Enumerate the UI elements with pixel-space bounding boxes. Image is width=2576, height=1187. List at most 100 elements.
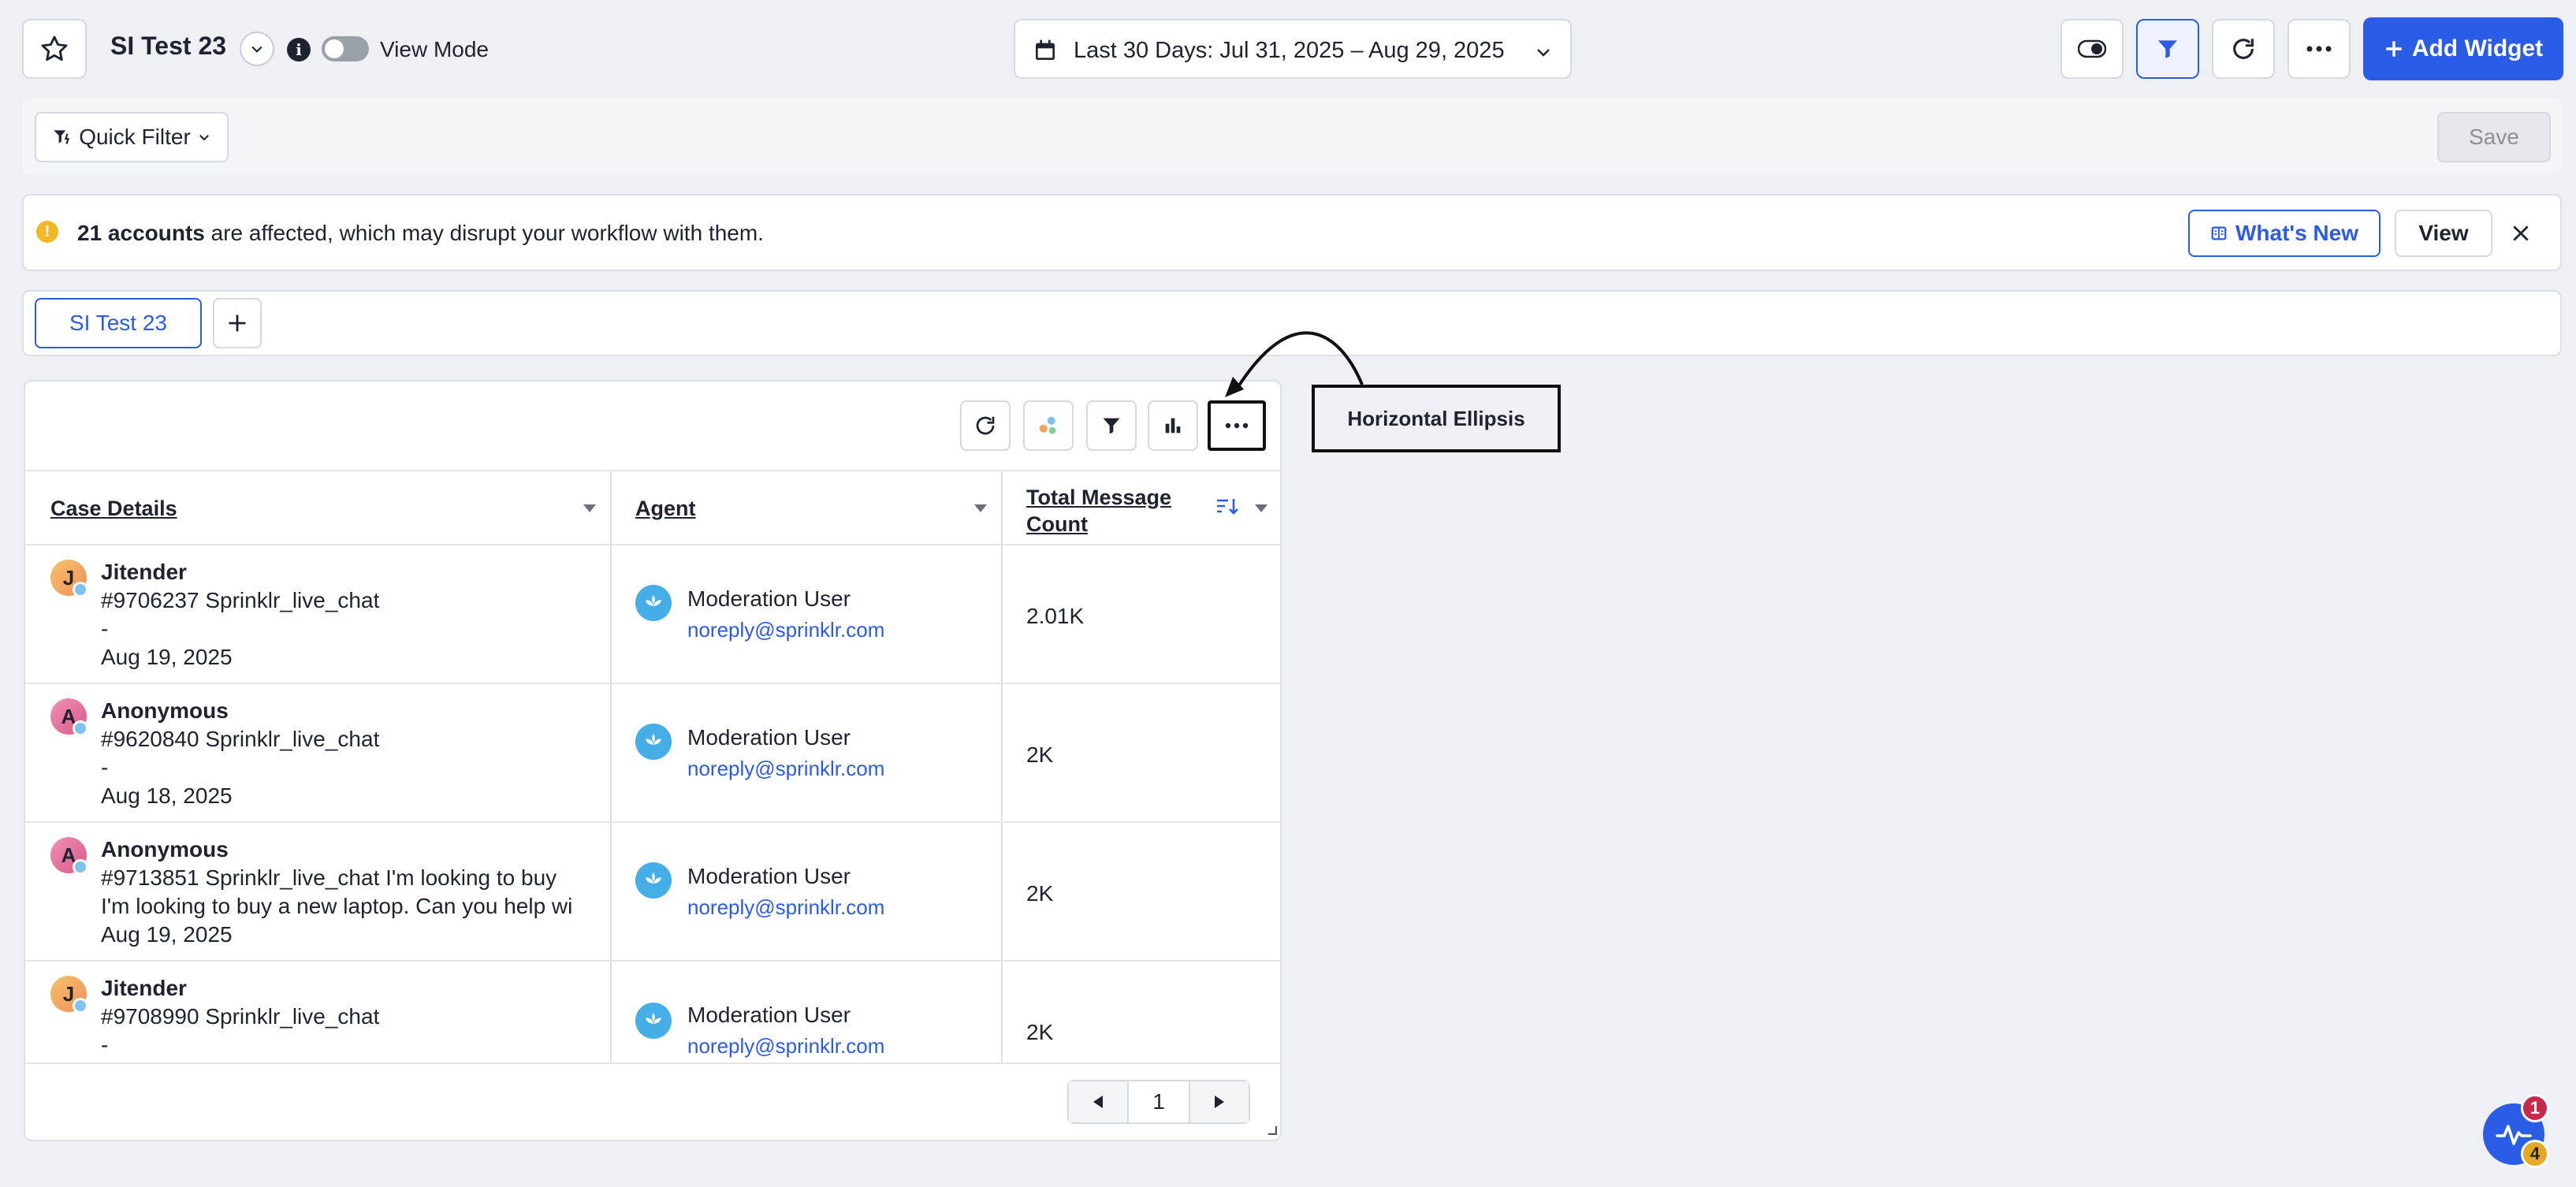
view-button[interactable]: View — [2395, 210, 2492, 257]
quick-filter-icon — [54, 130, 70, 145]
case-extra-line: - — [101, 616, 109, 641]
refresh-button[interactable] — [2212, 19, 2275, 79]
chat-channel-icon — [73, 720, 88, 736]
message-count: 2K — [1026, 1020, 1054, 1044]
agent-name: Moderation User — [687, 1003, 851, 1027]
case-customer-name: Jitender — [101, 976, 187, 1000]
chat-channel-icon — [73, 859, 88, 875]
agent-logo-icon — [635, 1003, 672, 1039]
sort-descending-icon[interactable] — [1215, 497, 1239, 517]
widget-refresh-button[interactable] — [960, 400, 1011, 451]
current-page[interactable]: 1 — [1127, 1081, 1190, 1122]
column-header-agent[interactable]: Agent — [635, 497, 696, 521]
agent-email-link[interactable]: noreply@sprinklr.com — [687, 757, 884, 781]
chat-channel-icon — [73, 582, 88, 597]
bar-chart-icon — [1165, 418, 1181, 433]
case-extra-line: I'm looking to buy a new laptop. Can you… — [101, 894, 573, 918]
star-icon — [41, 35, 68, 61]
pagination: 1 — [1067, 1080, 1250, 1124]
alert-body-text: are affected, which may disrupt your wor… — [204, 221, 764, 245]
column-header-total-message-count[interactable]: Total Message Count — [1026, 484, 1200, 538]
refresh-icon — [976, 416, 995, 435]
more-horizontal-icon — [2306, 46, 2332, 52]
column-header-case-details[interactable]: Case Details — [50, 497, 177, 521]
caret-down-icon[interactable] — [1255, 504, 1268, 512]
notification-badge-yellow: 4 — [2521, 1140, 2549, 1168]
agent-logo-icon — [635, 862, 672, 899]
agent-name: Moderation User — [687, 864, 851, 888]
date-range-picker[interactable]: Last 30 Days: Jul 31, 2025 – Aug 29, 202… — [1014, 19, 1572, 79]
case-customer-name: Anonymous — [101, 698, 229, 723]
agent-email-link[interactable]: noreply@sprinklr.com — [687, 618, 884, 642]
quick-filter-label: Quick Filter — [79, 125, 191, 149]
filter-bar — [22, 98, 2562, 175]
info-icon[interactable]: i — [287, 38, 311, 61]
case-extra-line: - — [101, 755, 109, 780]
caret-down-icon[interactable] — [974, 504, 987, 512]
filter-icon — [2158, 40, 2177, 58]
chevron-down-icon — [1537, 49, 1550, 57]
chevron-down-icon — [251, 46, 262, 53]
filter-button[interactable] — [2136, 19, 2199, 79]
calendar-icon — [1036, 39, 1055, 60]
plus-icon — [229, 314, 246, 332]
case-customer-name: Jitender — [101, 560, 187, 584]
add-widget-label: Add Widget — [2411, 35, 2544, 61]
message-count: 2.01K — [1026, 604, 1085, 628]
whats-new-label: What's New — [2235, 221, 2358, 245]
agent-name: Moderation User — [687, 586, 851, 611]
save-button[interactable]: Save — [2437, 112, 2551, 162]
favorite-star-button[interactable] — [22, 19, 87, 79]
widget-more-options-button[interactable] — [1208, 400, 1266, 451]
alert-bold-text: 21 accounts — [77, 221, 205, 245]
chat-channel-icon — [73, 998, 88, 1014]
agent-email-link[interactable]: noreply@sprinklr.com — [687, 1034, 884, 1059]
annotation-label: Horizontal Ellipsis — [1312, 385, 1561, 452]
resize-handle-icon[interactable] — [1266, 1124, 1277, 1135]
widget-chart-button[interactable] — [1148, 400, 1198, 451]
close-alert-button[interactable] — [2507, 219, 2535, 247]
agent-email-link[interactable]: noreply@sprinklr.com — [687, 895, 884, 920]
agent-name: Moderation User — [687, 725, 851, 750]
widget-filter-button[interactable] — [1086, 400, 1137, 451]
caret-left-icon — [1093, 1096, 1103, 1108]
tab-si-test-23[interactable]: SI Test 23 — [35, 298, 202, 348]
agent-logo-icon — [635, 724, 672, 760]
case-id-line[interactable]: #9620840 Sprinklr_live_chat — [101, 725, 597, 754]
case-customer-name: Anonymous — [101, 837, 229, 861]
case-id-line[interactable]: #9713851 Sprinklr_live_chat I'm looking … — [101, 864, 597, 892]
chevron-down-icon — [199, 135, 209, 141]
view-mode-toggle[interactable] — [322, 36, 369, 61]
agent-logo-icon — [635, 585, 672, 621]
dashboard-switch-dropdown[interactable] — [240, 32, 274, 66]
case-id-line[interactable]: #9706237 Sprinklr_live_chat — [101, 586, 597, 615]
notification-badge-red: 1 — [2521, 1094, 2549, 1122]
add-tab-button[interactable] — [213, 298, 262, 348]
case-id-line[interactable]: #9708990 Sprinklr_live_chat — [101, 1003, 597, 1031]
warning-icon: ! — [36, 221, 58, 243]
widget-ai-insights-button[interactable] — [1023, 400, 1074, 451]
view-mode-label: View Mode — [380, 37, 490, 61]
previous-page-button[interactable] — [1069, 1081, 1127, 1122]
case-extra-line: - — [101, 1033, 109, 1057]
more-options-button[interactable] — [2288, 19, 2351, 79]
close-icon — [2513, 225, 2529, 241]
book-icon — [2211, 226, 2227, 240]
add-widget-button[interactable]: Add Widget — [2363, 17, 2563, 80]
caret-down-icon[interactable] — [583, 504, 596, 512]
more-horizontal-icon — [1225, 422, 1249, 429]
ai-dots-icon — [1039, 416, 1056, 434]
message-count: 2K — [1026, 742, 1054, 767]
theme-toggle-button[interactable] — [2060, 19, 2124, 79]
alert-message: 21 accounts are affected, which may disr… — [77, 221, 764, 246]
quick-filter-dropdown[interactable]: Quick Filter — [35, 112, 229, 162]
whats-new-button[interactable]: What's New — [2188, 210, 2381, 257]
case-date: Aug 19, 2025 — [101, 922, 233, 947]
case-date: Aug 18, 2025 — [101, 783, 233, 808]
date-range-text: Last 30 Days: Jul 31, 2025 – Aug 29, 202… — [1074, 38, 1505, 63]
message-count: 2K — [1026, 881, 1054, 906]
plus-icon — [2386, 41, 2402, 57]
next-page-button[interactable] — [1190, 1081, 1249, 1122]
filter-icon — [1103, 418, 1120, 434]
caret-right-icon — [1215, 1096, 1224, 1108]
